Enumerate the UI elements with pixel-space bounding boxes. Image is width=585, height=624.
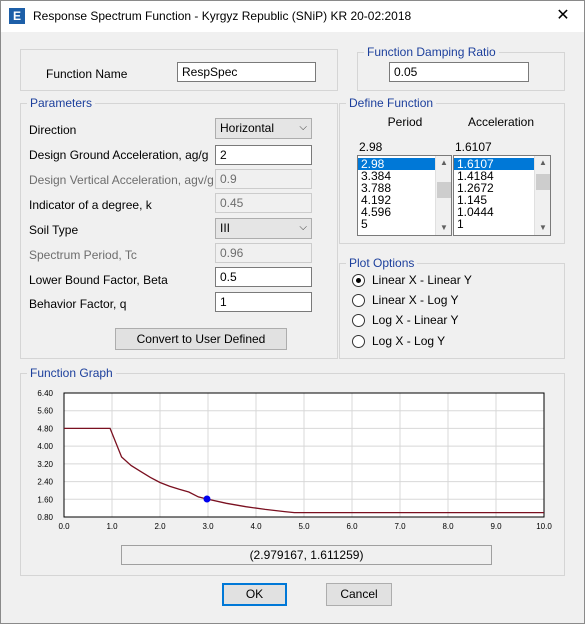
scroll-up-icon[interactable]: ▲ bbox=[436, 156, 451, 170]
damping-ratio-input[interactable]: 0.05 bbox=[389, 62, 529, 82]
y-tick-label: 4.00 bbox=[37, 442, 53, 451]
damping-group: Function Damping Ratio 0.05 bbox=[357, 45, 565, 91]
function-name-group: Function Name RespSpec bbox=[20, 49, 338, 91]
chevron-down-icon: ⌵ bbox=[299, 122, 307, 133]
period-column-header: Period bbox=[387, 115, 423, 129]
acceleration-listbox[interactable]: 1.6107 1.4184 1.2672 1.145 1.0444 1 ▲ ▼ bbox=[453, 155, 551, 236]
radio-label: Log X - Linear Y bbox=[372, 313, 459, 327]
k-label: Indicator of a degree, k bbox=[29, 198, 152, 212]
x-tick-label: 10.0 bbox=[536, 522, 552, 531]
parameters-group-title: Parameters bbox=[27, 96, 96, 110]
radio-unchecked-icon[interactable] bbox=[352, 294, 365, 307]
y-tick-label: 5.60 bbox=[37, 407, 53, 416]
radio-log-linear[interactable]: Log X - Linear Y bbox=[352, 313, 552, 329]
beta-label: Lower Bound Factor, Beta bbox=[29, 273, 168, 287]
function-name-input[interactable]: RespSpec bbox=[177, 62, 316, 82]
scroll-down-icon[interactable]: ▼ bbox=[436, 221, 451, 235]
function-name-label: Function Name bbox=[46, 67, 128, 81]
y-tick-label: 3.20 bbox=[37, 460, 53, 469]
radio-log-log[interactable]: Log X - Log Y bbox=[352, 334, 552, 350]
k-input: 0.45 bbox=[215, 193, 312, 213]
x-tick-label: 6.0 bbox=[346, 522, 358, 531]
dialog-window: E Response Spectrum Function - Kyrgyz Re… bbox=[0, 0, 585, 624]
x-tick-label: 4.0 bbox=[250, 522, 262, 531]
convert-to-user-defined-button[interactable]: Convert to User Defined bbox=[115, 328, 287, 350]
agv-label: Design Vertical Acceleration, agv/g bbox=[29, 173, 214, 187]
q-input[interactable]: 1 bbox=[215, 292, 312, 312]
direction-select[interactable]: Horizontal ⌵ bbox=[215, 118, 312, 139]
acceleration-edit-field[interactable]: 1.6107 bbox=[455, 140, 492, 154]
x-tick-label: 7.0 bbox=[394, 522, 406, 531]
period-scrollbar[interactable]: ▲ ▼ bbox=[435, 156, 451, 235]
period-edit-field[interactable]: 2.98 bbox=[359, 140, 382, 154]
ag-label: Design Ground Acceleration, ag/g bbox=[29, 148, 209, 162]
tc-label: Spectrum Period, Tc bbox=[29, 248, 137, 262]
y-tick-label: 0.80 bbox=[37, 513, 53, 522]
coordinate-readout: (2.979167, 1.611259) bbox=[121, 545, 492, 565]
x-tick-label: 2.0 bbox=[154, 522, 166, 531]
y-tick-label: 2.40 bbox=[37, 478, 53, 487]
radio-unchecked-icon[interactable] bbox=[352, 314, 365, 327]
chevron-down-icon: ⌵ bbox=[299, 222, 307, 233]
x-tick-label: 0.0 bbox=[58, 522, 70, 531]
function-graph-chart[interactable]: 0.0 1.0 2.0 3.0 4.0 5.0 6.0 7.0 8.0 9.0 10.0 6.40 5.… bbox=[25, 385, 557, 541]
beta-input[interactable]: 0.5 bbox=[215, 267, 312, 287]
damping-group-title: Function Damping Ratio bbox=[364, 45, 499, 59]
radio-linear-log[interactable]: Linear X - Log Y bbox=[352, 293, 552, 309]
direction-value: Horizontal bbox=[220, 121, 275, 135]
app-icon: E bbox=[9, 8, 25, 24]
title-bar: E Response Spectrum Function - Kyrgyz Re… bbox=[1, 1, 584, 32]
soil-type-select[interactable]: III ⌵ bbox=[215, 218, 312, 239]
direction-label: Direction bbox=[29, 123, 77, 137]
y-tick-label: 6.40 bbox=[37, 389, 53, 398]
radio-linear-linear[interactable]: Linear X - Linear Y bbox=[352, 273, 552, 289]
define-function-group: Define Function Period Acceleration 2.98… bbox=[339, 96, 565, 244]
window-title: Response Spectrum Function - Kyrgyz Repu… bbox=[33, 9, 412, 23]
function-graph-group-title: Function Graph bbox=[27, 366, 116, 380]
radio-label: Linear X - Linear Y bbox=[372, 273, 472, 287]
radio-label: Linear X - Log Y bbox=[372, 293, 459, 307]
radio-checked-icon[interactable] bbox=[352, 274, 365, 287]
x-tick-label: 9.0 bbox=[490, 522, 502, 531]
ok-button[interactable]: OK bbox=[222, 583, 287, 606]
period-listbox[interactable]: 2.98 3.384 3.788 4.192 4.596 5 ▲ ▼ bbox=[357, 155, 452, 236]
ag-input[interactable]: 2 bbox=[215, 145, 312, 165]
scroll-up-icon[interactable]: ▲ bbox=[535, 156, 550, 170]
acceleration-column-header: Acceleration bbox=[467, 115, 535, 129]
scroll-thumb[interactable] bbox=[536, 174, 550, 190]
parameters-group: Parameters Direction Horizontal ⌵ Design… bbox=[20, 96, 338, 359]
selected-point-marker bbox=[203, 495, 211, 503]
radio-label: Log X - Log Y bbox=[372, 334, 446, 348]
scroll-down-icon[interactable]: ▼ bbox=[535, 221, 550, 235]
y-tick-label: 1.60 bbox=[37, 495, 53, 504]
acceleration-scrollbar[interactable]: ▲ ▼ bbox=[534, 156, 550, 235]
close-icon[interactable]: ✕ bbox=[552, 5, 574, 27]
x-tick-label: 3.0 bbox=[202, 522, 214, 531]
plot-options-group-title: Plot Options bbox=[346, 256, 418, 270]
soil-type-label: Soil Type bbox=[29, 223, 79, 237]
cancel-button[interactable]: Cancel bbox=[326, 583, 392, 606]
q-label: Behavior Factor, q bbox=[29, 297, 127, 311]
agv-input: 0.9 bbox=[215, 169, 312, 189]
scroll-thumb[interactable] bbox=[437, 182, 451, 198]
soil-type-value: III bbox=[220, 221, 231, 235]
tc-input: 0.96 bbox=[215, 243, 312, 263]
y-tick-label: 4.80 bbox=[37, 424, 53, 433]
x-tick-label: 8.0 bbox=[442, 522, 454, 531]
x-tick-label: 5.0 bbox=[298, 522, 310, 531]
radio-unchecked-icon[interactable] bbox=[352, 335, 365, 348]
plot-options-group: Plot Options Linear X - Linear Y Linear … bbox=[339, 256, 565, 359]
define-function-group-title: Define Function bbox=[346, 96, 437, 110]
x-tick-label: 1.0 bbox=[106, 522, 118, 531]
